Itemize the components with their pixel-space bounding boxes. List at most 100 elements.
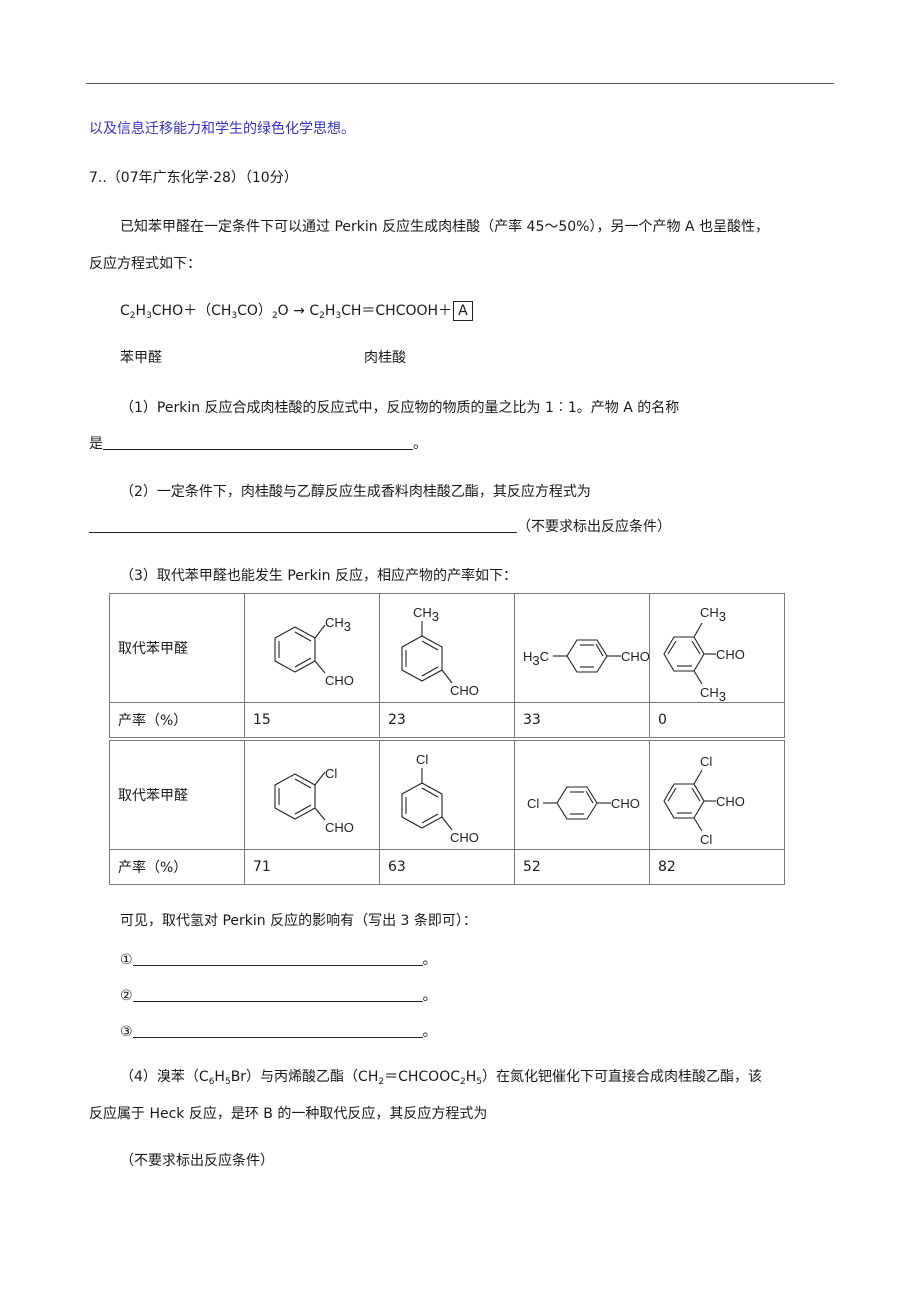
substituent-label: CH3 bbox=[700, 605, 726, 624]
yield-value: 15 bbox=[244, 702, 380, 738]
substituent-label: CH3 bbox=[413, 605, 439, 624]
part2-note: （不要求标出反应条件） bbox=[517, 519, 671, 535]
answer-blank-2[interactable] bbox=[132, 987, 423, 1002]
dimethylbenzaldehyde-structure: CH3 CHO CH3 bbox=[663, 605, 745, 701]
benzene-ring bbox=[401, 635, 443, 682]
part4-line-1: （4）溴苯（C6H5Br）与丙烯酸乙酯（CH2＝CHCOOC2H5）在氮化钯催化… bbox=[120, 1067, 762, 1087]
bond bbox=[693, 670, 703, 685]
molecule-cell: Cl CHO Cl bbox=[649, 740, 785, 850]
stem-line-1: 已知苯甲醛在一定条件下可以通过 Perkin 反应生成肉桂酸（产率 45～50%… bbox=[120, 219, 769, 235]
o-chlorobenzaldehyde-structure: Cl CHO bbox=[274, 766, 354, 835]
answer-marker: ② bbox=[120, 988, 133, 1004]
intro-line: 以及信息迁移能力和学生的绿色化学思想。 bbox=[89, 121, 355, 137]
question-header: 7..（07年广东化学·28）（10分） bbox=[89, 170, 298, 186]
answer-suffix: 。 bbox=[422, 952, 437, 968]
answer-marker: ① bbox=[120, 952, 133, 968]
product-a-box: A bbox=[453, 301, 473, 321]
eq-text: C bbox=[120, 303, 130, 319]
yield-table-methyl: 取代苯甲醛 CH3 CHO CH3 CHO H3C CHO CH3 CHO CH… bbox=[109, 593, 785, 738]
cho-label: CHO bbox=[450, 683, 479, 698]
benzene-ring bbox=[274, 773, 316, 820]
ring-double-bond bbox=[595, 643, 604, 657]
molecule-cell: H3C CHO bbox=[514, 593, 650, 703]
cho-label: CHO bbox=[325, 820, 354, 835]
answer-line-3: ③。 bbox=[120, 1022, 437, 1042]
yield-value: 23 bbox=[379, 702, 515, 738]
p4-text: ）在氮化钯催化下可直接合成肉桂酸乙酯，该 bbox=[482, 1069, 762, 1085]
reaction-equation: C2H3CHO＋（CH3CO）2O → C2H3CH＝CHCOOH＋ A bbox=[120, 301, 473, 321]
yield-value: 71 bbox=[244, 849, 380, 885]
part2-line: （2）一定条件下，肉桂酸与乙醇反应生成香料肉桂酸乙酯，其反应方程式为 bbox=[120, 484, 591, 500]
part3-intro: （3）取代苯甲醛也能发生 Perkin 反应，相应产物的产率如下： bbox=[120, 568, 517, 584]
yield-value: 63 bbox=[379, 849, 515, 885]
table-row: 取代苯甲醛 Cl CHO Cl CHO Cl CHO Cl CHO Cl bbox=[109, 740, 785, 850]
part1-suffix: 。 bbox=[413, 436, 427, 452]
ring-double-bond bbox=[294, 631, 312, 642]
stem-line-2: 反应方程式如下： bbox=[89, 256, 201, 272]
bond bbox=[314, 771, 326, 786]
p4-text: ＝CHCOOC bbox=[384, 1069, 460, 1085]
row-label-structure: 取代苯甲醛 bbox=[109, 740, 245, 850]
molecule-cell: Cl CHO bbox=[244, 740, 380, 850]
ring-double-bond bbox=[294, 804, 312, 815]
eq-text: O → C bbox=[277, 303, 320, 319]
p-chlorobenzaldehyde-structure: Cl CHO bbox=[527, 786, 640, 820]
p4-text: H bbox=[214, 1069, 225, 1085]
part4-note: （不要求标出反应条件） bbox=[120, 1153, 274, 1169]
part1-answer-blank[interactable] bbox=[103, 435, 413, 450]
bond bbox=[693, 622, 703, 638]
answer-blank-3[interactable] bbox=[132, 1023, 423, 1038]
row-label-yield: 产率（%） bbox=[109, 702, 245, 738]
bond bbox=[441, 669, 453, 684]
answer-line-2: ②。 bbox=[120, 986, 437, 1006]
ring-double-bond bbox=[294, 778, 312, 789]
bond bbox=[693, 769, 703, 785]
substituent-label: CH3 bbox=[700, 685, 726, 701]
yield-value: 33 bbox=[514, 702, 650, 738]
benzene-ring bbox=[274, 626, 316, 673]
ring-double-bond bbox=[585, 790, 594, 804]
ring-double-bond bbox=[421, 666, 439, 677]
bond bbox=[693, 817, 703, 832]
substituent-label: Cl bbox=[527, 796, 539, 811]
part4-line-2: 反应属于 Heck 反应，是环 B 的一种取代反应，其反应方程式为 bbox=[89, 1106, 488, 1122]
answer-line-1: ①。 bbox=[120, 950, 437, 970]
ring-double-bond bbox=[294, 657, 312, 668]
table-row: 产率（%） 15 23 33 0 bbox=[109, 702, 785, 738]
yield-value: 0 bbox=[649, 702, 785, 738]
cho-label: CHO bbox=[621, 649, 649, 664]
header-rule bbox=[86, 83, 834, 84]
p4-text: H bbox=[465, 1069, 477, 1085]
yield-table-chloro: 取代苯甲醛 Cl CHO Cl CHO Cl CHO Cl CHO Cl 产率（… bbox=[109, 740, 785, 885]
cho-label: CHO bbox=[611, 796, 640, 811]
answer-marker: ③ bbox=[120, 1024, 133, 1040]
dichlorobenzaldehyde-structure: Cl CHO Cl bbox=[663, 754, 745, 847]
part2-answer-blank[interactable] bbox=[89, 518, 517, 533]
p4-text: Br）与丙烯酸乙酯（CH bbox=[230, 1069, 379, 1085]
substituent-label: H3C bbox=[523, 649, 549, 668]
answer-suffix: 。 bbox=[422, 1024, 437, 1040]
m-methylbenzaldehyde-structure: CH3 CHO bbox=[401, 605, 479, 698]
ring-double-bond bbox=[691, 640, 701, 655]
part1-line: （1）Perkin 反应合成肉桂酸的反应式中，反应物的物质的量之比为 1︰1。产… bbox=[120, 400, 680, 416]
table-row: 取代苯甲醛 CH3 CHO CH3 CHO H3C CHO CH3 CHO CH… bbox=[109, 593, 785, 703]
ring-double-bond bbox=[667, 787, 677, 802]
eq-text: CH＝CHCOOH＋ bbox=[341, 303, 453, 319]
molecule-cell: Cl CHO bbox=[514, 740, 650, 850]
bond bbox=[314, 807, 326, 821]
part3-conclusion: 可见，取代氢对 Perkin 反应的影响有（写出 3 条即可）： bbox=[120, 913, 477, 929]
o-methylbenzaldehyde-structure: CH3 CHO bbox=[274, 615, 354, 688]
molecule-cell: Cl CHO bbox=[379, 740, 515, 850]
row-label-structure: 取代苯甲醛 bbox=[109, 593, 245, 703]
p4-text: （4）溴苯（C bbox=[120, 1069, 209, 1085]
ring-double-bond bbox=[421, 640, 439, 651]
bond bbox=[314, 624, 326, 639]
m-chlorobenzaldehyde-structure: Cl CHO bbox=[401, 752, 479, 845]
molecule-cell: CH3 CHO bbox=[379, 593, 515, 703]
ring-double-bond bbox=[421, 813, 439, 824]
answer-blank-1[interactable] bbox=[132, 951, 423, 966]
ring-double-bond bbox=[667, 640, 677, 655]
eq-text: CO） bbox=[237, 303, 272, 319]
yield-value: 52 bbox=[514, 849, 650, 885]
table-row: 产率（%） 71 63 52 82 bbox=[109, 849, 785, 885]
